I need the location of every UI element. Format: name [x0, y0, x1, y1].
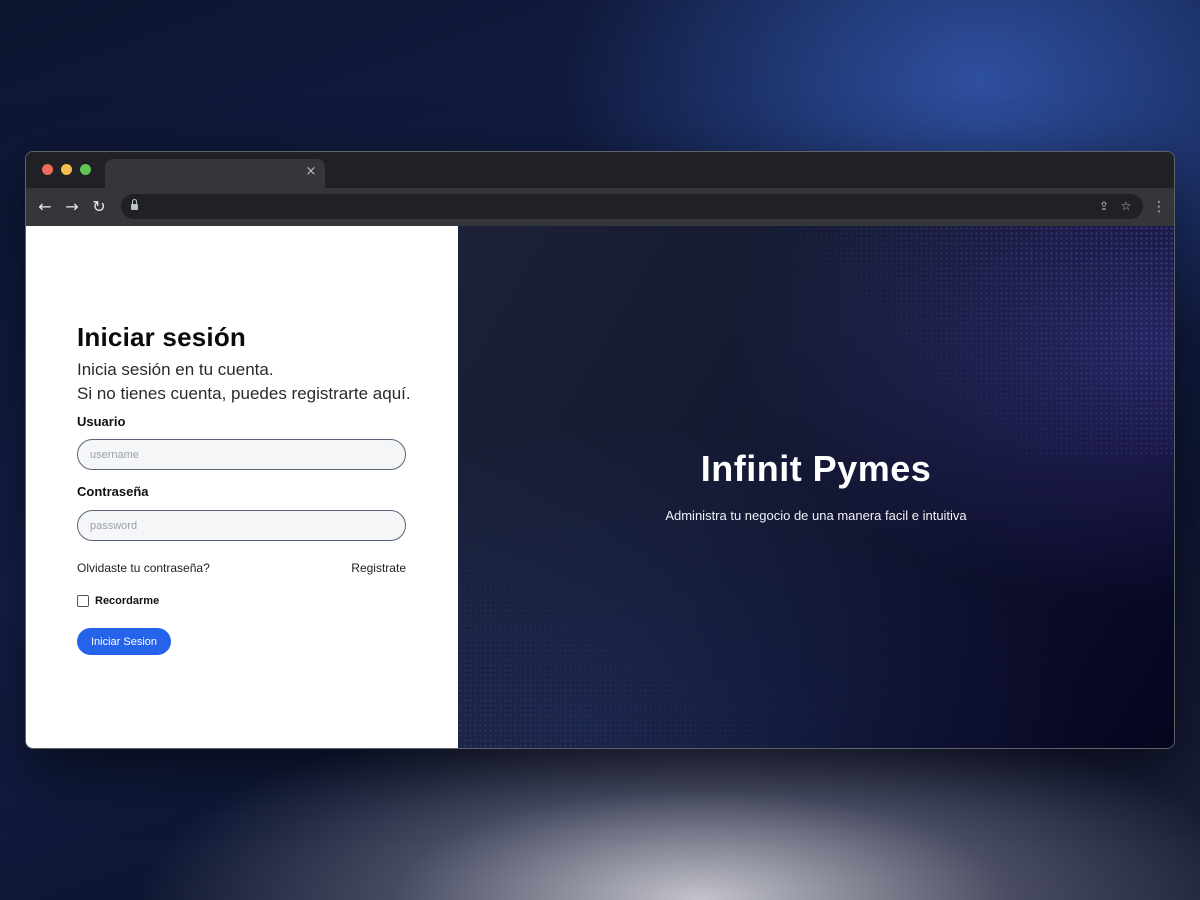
remember-label: Recordarme [95, 595, 160, 607]
page-viewport: Iniciar sesión Inicia sesión en tu cuent… [26, 226, 1174, 748]
password-label: Contraseña [77, 484, 149, 499]
page-title: Iniciar sesión [77, 322, 246, 352]
reload-icon[interactable]: ↻ [88, 196, 110, 218]
password-input[interactable] [77, 510, 406, 541]
address-bar[interactable]: ⇪ ☆ [121, 194, 1143, 219]
tab-strip: × [26, 152, 1174, 188]
back-icon[interactable]: ← [34, 196, 56, 218]
forward-icon[interactable]: → [61, 196, 83, 218]
remember-me[interactable]: Recordarme [77, 595, 159, 607]
remember-checkbox[interactable] [77, 595, 89, 607]
browser-tab[interactable]: × [105, 159, 325, 188]
brand-panel: Infinit Pymes Administra tu negocio de u… [458, 226, 1174, 748]
register-hint: Si no tienes cuenta, puedes registrarte … [77, 384, 411, 403]
login-button[interactable]: Iniciar Sesion [77, 628, 171, 655]
minimize-window-button[interactable] [61, 164, 72, 175]
brand-title: Infinit Pymes [700, 448, 932, 489]
brand-tagline: Administra tu negocio de una manera faci… [665, 508, 967, 523]
menu-icon[interactable]: ⋮ [1152, 196, 1166, 218]
browser-window: × ← → ↻ ⇪ ☆ ⋮ Iniciar sesión Inicia sesi… [25, 151, 1175, 749]
username-label: Usuario [77, 414, 126, 429]
forgot-password-link[interactable]: Olvidaste tu contraseña? [77, 561, 210, 575]
close-window-button[interactable] [42, 164, 53, 175]
browser-toolbar: ← → ↻ ⇪ ☆ ⋮ [26, 188, 1174, 226]
star-icon[interactable]: ☆ [1117, 197, 1135, 215]
login-subtitle: Inicia sesión en tu cuenta. [77, 360, 274, 379]
login-panel: Iniciar sesión Inicia sesión en tu cuent… [26, 226, 458, 748]
lock-icon[interactable] [131, 199, 138, 211]
username-input[interactable] [77, 439, 406, 470]
close-icon[interactable]: × [304, 165, 318, 179]
share-icon[interactable]: ⇪ [1095, 197, 1113, 215]
register-link[interactable]: Registrate [351, 561, 406, 575]
maximize-window-button[interactable] [80, 164, 91, 175]
window-controls [42, 164, 91, 175]
